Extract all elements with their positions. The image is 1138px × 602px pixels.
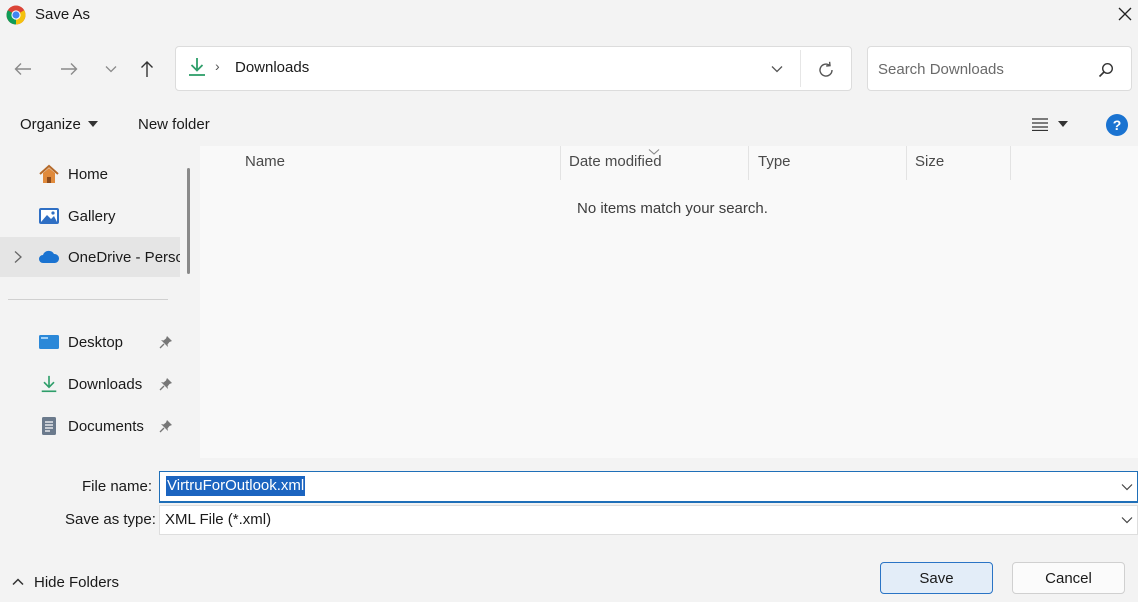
- address-divider: [800, 50, 801, 87]
- sidebar-divider: [8, 299, 168, 300]
- save-type-select[interactable]: [159, 505, 1138, 535]
- refresh-button[interactable]: [812, 56, 840, 84]
- sidebar-item-label: OneDrive - Persc: [68, 248, 180, 266]
- new-folder-button[interactable]: New folder: [130, 108, 218, 140]
- caret-down-icon: [87, 121, 98, 127]
- chevron-down-icon: [771, 66, 783, 73]
- title-bar: [0, 0, 1138, 34]
- search-button[interactable]: [1092, 56, 1120, 84]
- column-header-name[interactable]: Name: [245, 153, 285, 170]
- breadcrumb-downloads[interactable]: Downloads: [235, 59, 309, 76]
- column-header-type[interactable]: Type: [758, 153, 791, 170]
- save-type-value[interactable]: XML File (*.xml): [165, 511, 271, 528]
- file-list: [200, 146, 1138, 458]
- hide-folders-label: Hide Folders: [34, 573, 120, 591]
- view-options-button[interactable]: [1022, 110, 1078, 138]
- sidebar-item-onedrive[interactable]: OneDrive - Persc: [38, 242, 180, 272]
- sidebar-item-label: Desktop: [68, 333, 124, 351]
- save-type-dropdown[interactable]: [1118, 511, 1136, 529]
- sidebar-item-label: Gallery: [68, 207, 116, 225]
- organize-label: Organize: [20, 115, 81, 133]
- save-button[interactable]: Save: [880, 562, 993, 594]
- recent-locations-button[interactable]: [96, 54, 126, 84]
- column-divider[interactable]: [748, 146, 749, 180]
- column-divider[interactable]: [906, 146, 907, 180]
- list-view-icon: [1032, 118, 1048, 131]
- file-name-field[interactable]: [159, 471, 1138, 503]
- caret-down-icon: [1058, 121, 1068, 127]
- refresh-icon: [819, 61, 833, 77]
- chrome-icon: [6, 5, 26, 25]
- file-name-dropdown[interactable]: [1118, 478, 1136, 496]
- search-input[interactable]: [878, 58, 1078, 80]
- organize-button[interactable]: Organize: [12, 108, 106, 140]
- pin-icon[interactable]: [158, 376, 174, 392]
- breadcrumb-separator: ›: [215, 58, 220, 74]
- sidebar-item-label: Downloads: [68, 375, 143, 393]
- desktop-icon: [38, 331, 60, 353]
- sidebar-item-desktop[interactable]: Desktop: [38, 327, 123, 357]
- empty-state-message: No items match your search.: [577, 200, 768, 217]
- chevron-up-icon: [12, 578, 24, 586]
- up-folder-button[interactable]: [132, 54, 162, 84]
- chevron-down-icon: [1121, 517, 1133, 524]
- download-icon: [38, 373, 60, 395]
- hide-folders-button[interactable]: Hide Folders: [12, 570, 119, 594]
- close-icon: [1118, 7, 1132, 21]
- chevron-right-icon[interactable]: [12, 250, 24, 264]
- column-header-size[interactable]: Size: [915, 153, 944, 170]
- pin-icon[interactable]: [158, 334, 174, 350]
- arrow-right-icon: [61, 63, 78, 75]
- gallery-icon: [38, 205, 60, 227]
- chevron-down-icon: [105, 66, 117, 73]
- sidebar-item-gallery[interactable]: Gallery: [38, 201, 116, 231]
- address-history-dropdown[interactable]: [768, 58, 786, 80]
- column-divider[interactable]: [560, 146, 561, 180]
- file-name-value[interactable]: VirtruForOutlook.xml: [166, 476, 306, 496]
- sort-indicator-icon: [648, 143, 660, 155]
- sidebar-scrollbar[interactable]: [187, 168, 190, 274]
- sidebar-item-downloads[interactable]: Downloads: [38, 369, 142, 399]
- file-name-label: File name:: [82, 478, 153, 495]
- column-divider[interactable]: [1010, 146, 1011, 180]
- cloud-icon: [38, 246, 60, 268]
- column-header-date-modified[interactable]: Date modified: [569, 153, 662, 170]
- download-icon: [186, 56, 208, 78]
- pin-icon[interactable]: [158, 418, 174, 434]
- help-button[interactable]: ?: [1106, 114, 1128, 136]
- sidebar-item-label: Documents: [68, 417, 144, 435]
- arrow-left-icon: [14, 63, 31, 75]
- sidebar-item-label: Home: [68, 165, 109, 183]
- search-icon: [1098, 62, 1114, 78]
- sidebar-item-home[interactable]: Home: [38, 159, 108, 189]
- save-type-label: Save as type:: [65, 511, 156, 528]
- close-button[interactable]: [1112, 0, 1138, 28]
- chevron-down-icon: [1121, 484, 1133, 491]
- home-icon: [38, 163, 60, 185]
- arrow-up-icon: [141, 61, 153, 77]
- forward-button[interactable]: [54, 54, 84, 84]
- window-title: Save As: [35, 6, 91, 23]
- cancel-button[interactable]: Cancel: [1012, 562, 1125, 594]
- document-icon: [38, 415, 60, 437]
- sidebar-item-documents[interactable]: Documents: [38, 411, 144, 441]
- back-button[interactable]: [8, 54, 38, 84]
